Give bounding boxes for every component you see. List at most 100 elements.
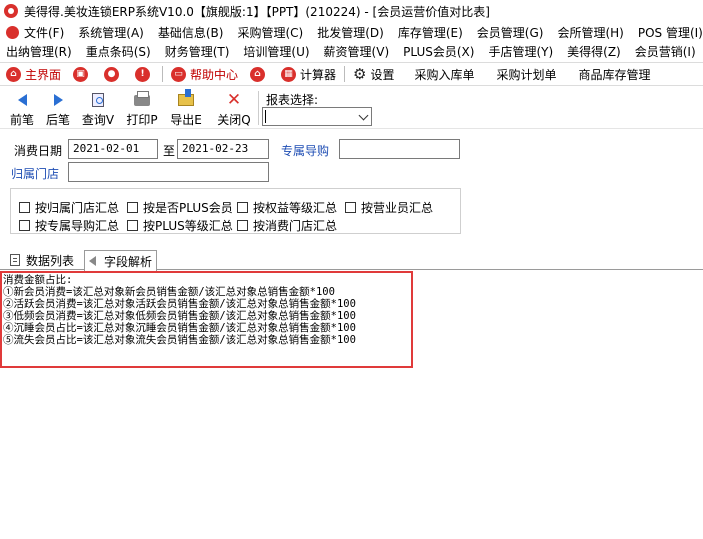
menu-member-marketing[interactable]: 会员营销(I) xyxy=(629,43,703,60)
date-to-label: 至 xyxy=(163,144,176,158)
calculator-button[interactable]: ▦ 计算器 xyxy=(275,63,342,85)
menu-system[interactable]: 系统管理(A) xyxy=(72,24,152,41)
explanation-line: ①新会员消费=该汇总对象新会员销售金额/该汇总对象总销售金额*100 xyxy=(3,286,335,298)
menu-bar-row2: 出纳管理(R) 重点条码(S) 财务管理(T) 培训管理(U) 薪资管理(V) … xyxy=(0,42,703,61)
guide-label-link[interactable]: 专属导购 xyxy=(281,142,329,159)
checkbox-box xyxy=(127,202,138,213)
printer-icon xyxy=(134,90,150,106)
calculator-icon: ▦ xyxy=(281,66,297,82)
gear-icon: ⚙ xyxy=(353,65,367,83)
summary-options-group: 按归属门店汇总 按是否PLUS会员 按权益等级汇总 按营业员汇总 按专属导购汇总… xyxy=(10,188,461,234)
arrow-left-icon xyxy=(17,94,27,106)
divider xyxy=(162,66,164,82)
checkbox-box xyxy=(127,220,138,231)
checkbox-by-rights-level[interactable]: 按权益等级汇总 xyxy=(237,199,337,216)
close-button[interactable]: ✕ 关闭Q xyxy=(214,91,254,128)
explanation-line: ⑤流失会员占比=该汇总对象流失会员销售金额/该汇总对象总销售金额*100 xyxy=(3,334,356,346)
alert-button[interactable]: ! xyxy=(129,63,160,85)
store-label-link[interactable]: 归属门店 xyxy=(11,165,59,182)
menu-pos[interactable]: POS 管理(I) xyxy=(632,24,703,41)
export-button[interactable]: 导出E xyxy=(166,89,206,128)
close-icon: ✕ xyxy=(226,90,242,110)
window-title: 美得得.美妆连锁ERP系统V10.0【旗舰版:1】【PPT】(210224) -… xyxy=(24,4,490,19)
document-icon xyxy=(10,254,20,266)
checkbox-by-consume-store[interactable]: 按消费门店汇总 xyxy=(237,217,337,234)
field-parse-content: 消费金额占比: ①新会员消费=该汇总对象新会员销售金额/该汇总对象总销售金额*1… xyxy=(0,271,703,539)
menu-basic-info[interactable]: 基础信息(B) xyxy=(152,24,232,41)
checkbox-by-home-store[interactable]: 按归属门店汇总 xyxy=(19,199,119,216)
back-arrow-icon xyxy=(89,256,96,266)
prev-button[interactable]: 前笔 xyxy=(2,91,42,128)
quick-bar: ⌂ 主界面 ▣ ● ! ▭ 帮助中心 ⌂ ▦ 计算器 ⚙ 设置 采购入库单 采购… xyxy=(0,62,703,86)
tab-bar: 数据列表 字段解析 xyxy=(0,249,703,271)
menu-bar-row1: 文件(F) 系统管理(A) 基础信息(B) 采购管理(C) 批发管理(D) 库存… xyxy=(0,23,703,42)
message-button[interactable]: ● xyxy=(98,63,129,85)
shield-icon: ! xyxy=(135,66,151,82)
help-center-button[interactable]: ▭ 帮助中心 xyxy=(165,63,244,85)
checkbox-box xyxy=(237,202,248,213)
menu-plus-member[interactable]: PLUS会员(X) xyxy=(397,43,482,60)
report-select[interactable] xyxy=(262,107,372,126)
purchase-plan-button[interactable]: 采购计划单 xyxy=(481,63,563,85)
lock-button[interactable]: ▣ xyxy=(67,63,98,85)
house-icon: ⌂ xyxy=(250,66,266,82)
stock-manage-button[interactable]: 商品库存管理 xyxy=(563,63,657,85)
explanation-line: ④沉睡会员占比=该汇总对象沉睡会员销售金额/该汇总对象总销售金额*100 xyxy=(3,322,356,334)
date-to-input[interactable]: 2021-02-23 xyxy=(177,139,269,159)
guide-input[interactable] xyxy=(339,139,460,159)
next-button[interactable]: 后笔 xyxy=(38,91,78,128)
menu-salary[interactable]: 薪资管理(V) xyxy=(318,43,398,60)
text-cursor xyxy=(265,110,266,123)
date-from-input[interactable]: 2021-02-01 xyxy=(68,139,158,159)
store-input[interactable] xyxy=(68,162,269,182)
purchase-in-button[interactable]: 采购入库单 xyxy=(401,63,481,85)
app-menu-icon xyxy=(6,26,19,39)
filter-panel: 消费日期 2021-02-01 至 2021-02-23 专属导购 归属门店 按… xyxy=(0,130,703,245)
checkbox-box xyxy=(19,202,30,213)
chat-icon: ● xyxy=(104,66,120,82)
monitor-icon: ▭ xyxy=(171,66,187,82)
explanation-line: 消费金额占比: xyxy=(3,274,73,286)
checkbox-box xyxy=(19,220,30,231)
explanation-text: 消费金额占比: ①新会员消费=该汇总对象新会员销售金额/该汇总对象总销售金额*1… xyxy=(3,274,356,346)
arrow-right-icon xyxy=(53,94,63,106)
menu-cashier[interactable]: 出纳管理(R) xyxy=(0,43,80,60)
menu-file[interactable]: 文件(F) xyxy=(0,24,72,41)
checkbox-by-salesperson[interactable]: 按营业员汇总 xyxy=(345,199,433,216)
print-button[interactable]: 打印P xyxy=(122,90,162,128)
tab-data-list[interactable]: 数据列表 xyxy=(6,250,78,270)
homepage-button[interactable]: ⌂ xyxy=(244,63,275,85)
app-logo-icon xyxy=(4,4,18,18)
menu-key-barcode[interactable]: 重点条码(S) xyxy=(80,43,159,60)
explanation-line: ③低频会员消费=该汇总对象低频会员销售金额/该汇总对象总销售金额*100 xyxy=(3,310,356,322)
divider xyxy=(258,91,259,125)
settings-button[interactable]: ⚙ 设置 xyxy=(347,63,400,85)
lock-icon: ▣ xyxy=(73,66,89,82)
export-icon xyxy=(178,89,194,106)
checkbox-by-plus-level[interactable]: 按PLUS等级汇总 xyxy=(127,217,233,234)
home-button[interactable]: ⌂ 主界面 xyxy=(0,63,67,85)
menu-finance[interactable]: 财务管理(T) xyxy=(159,43,238,60)
menu-mobile-store[interactable]: 手店管理(Y) xyxy=(482,43,561,60)
checkbox-box xyxy=(237,220,248,231)
report-select-label: 报表选择: xyxy=(266,93,319,107)
menu-wholesale[interactable]: 批发管理(D) xyxy=(311,24,392,41)
date-label: 消费日期 xyxy=(14,144,63,158)
menu-training[interactable]: 培训管理(U) xyxy=(237,43,317,60)
chevron-down-icon xyxy=(358,110,369,121)
home-icon: ⌂ xyxy=(6,66,21,82)
title-bar: 美得得.美妆连锁ERP系统V10.0【旗舰版:1】【PPT】(210224) -… xyxy=(0,0,703,22)
search-icon xyxy=(92,93,104,107)
menu-purchase[interactable]: 采购管理(C) xyxy=(231,24,311,41)
checkbox-by-plus-member[interactable]: 按是否PLUS会员 xyxy=(127,199,233,216)
checkbox-box xyxy=(345,202,356,213)
divider xyxy=(344,66,346,82)
menu-member[interactable]: 会员管理(G) xyxy=(471,24,552,41)
checkbox-by-exclusive-guide[interactable]: 按专属导购汇总 xyxy=(19,217,119,234)
menu-inventory[interactable]: 库存管理(E) xyxy=(392,24,471,41)
tab-field-parse[interactable]: 字段解析 xyxy=(84,250,158,271)
explanation-line: ②活跃会员消费=该汇总对象活跃会员销售金额/该汇总对象总销售金额*100 xyxy=(3,298,356,310)
query-button[interactable]: 查询V xyxy=(78,91,118,128)
menu-meidede[interactable]: 美得得(Z) xyxy=(561,43,629,60)
menu-club[interactable]: 会所管理(H) xyxy=(551,24,631,41)
